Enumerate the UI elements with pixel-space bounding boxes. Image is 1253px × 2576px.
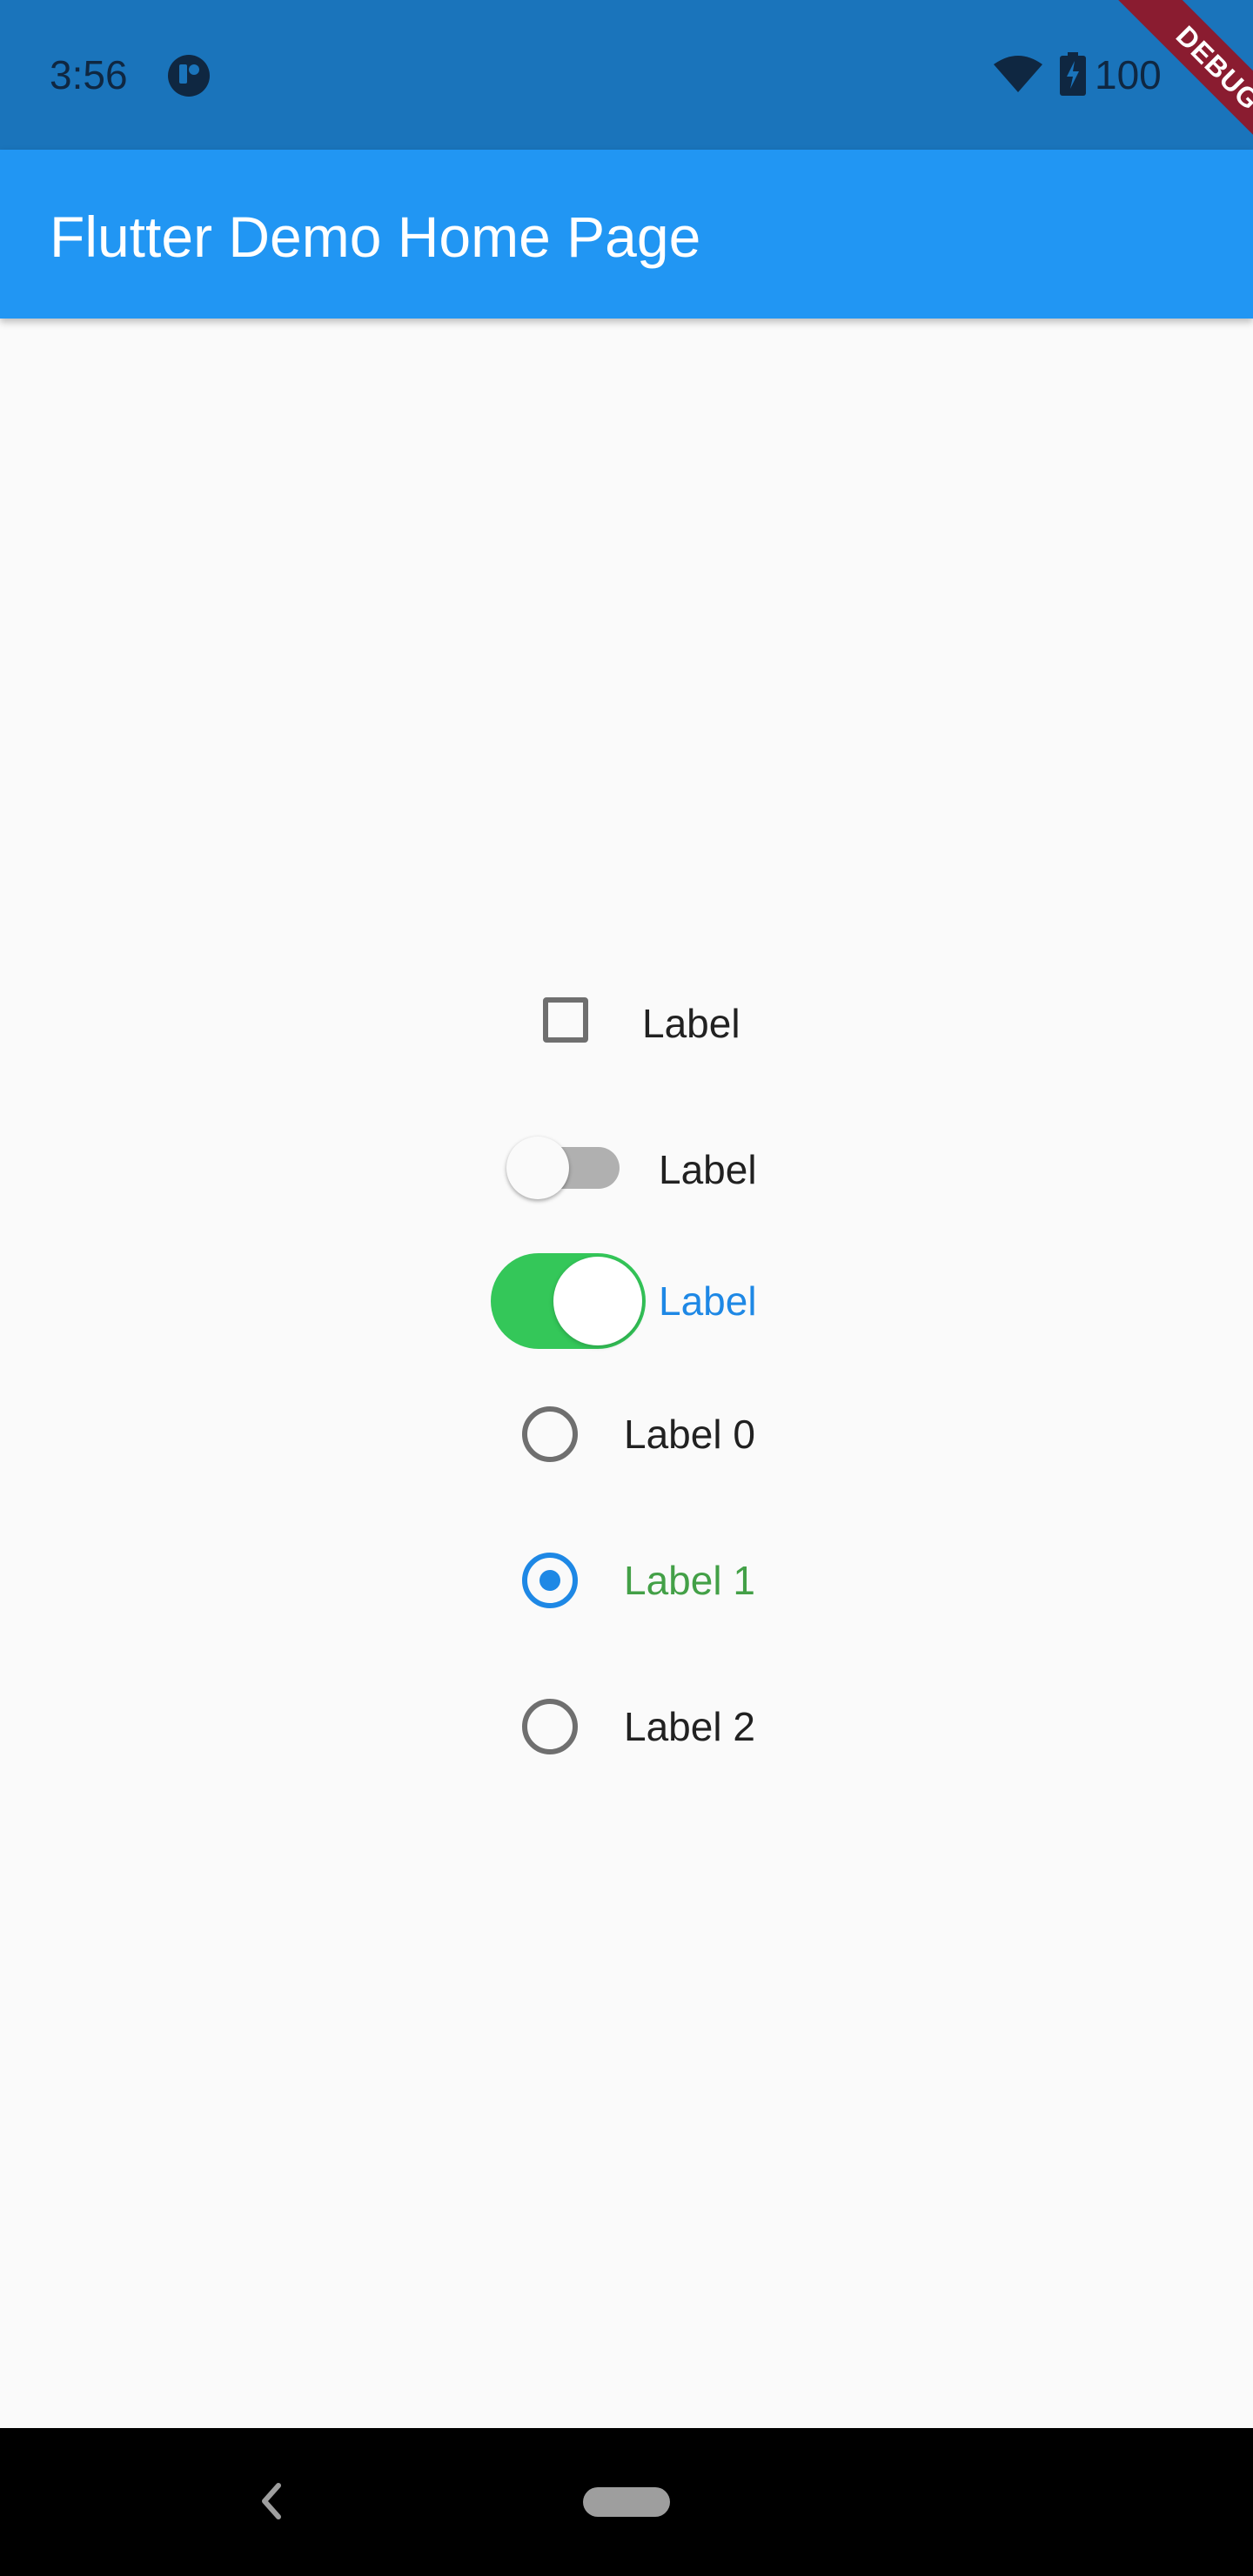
radio-button-1[interactable] — [522, 1553, 578, 1608]
battery-percentage: 100 — [1095, 52, 1162, 97]
wifi-icon — [994, 56, 1042, 92]
switch-thumb[interactable] — [506, 1137, 569, 1199]
battery-charging-icon — [1060, 52, 1086, 96]
app-notification-icon — [168, 55, 210, 97]
status-bar: 3:56 100 — [0, 0, 1253, 150]
page-title: Flutter Demo Home Page — [50, 205, 701, 269]
cupertino-switch-thumb[interactable] — [553, 1257, 642, 1345]
cupertino-switch-label[interactable]: Label — [659, 1277, 757, 1325]
radio-label-0[interactable]: Label 0 — [624, 1410, 755, 1459]
radio-label-1[interactable]: Label 1 — [624, 1556, 755, 1605]
home-pill-icon[interactable] — [583, 2487, 670, 2517]
checkbox-label[interactable]: Label — [642, 999, 740, 1048]
radio-button-2[interactable] — [522, 1699, 578, 1754]
back-icon[interactable] — [252, 2475, 291, 2527]
radio-label-2[interactable]: Label 2 — [624, 1702, 755, 1751]
switch-label[interactable]: Label — [659, 1145, 757, 1194]
app-bar: Flutter Demo Home Page — [0, 150, 1253, 319]
navigation-bar — [0, 2428, 1253, 2576]
status-time: 3:56 — [50, 52, 128, 97]
checkbox[interactable] — [543, 997, 588, 1043]
radio-selected-dot — [539, 1570, 560, 1591]
radio-button-0[interactable] — [522, 1406, 578, 1462]
